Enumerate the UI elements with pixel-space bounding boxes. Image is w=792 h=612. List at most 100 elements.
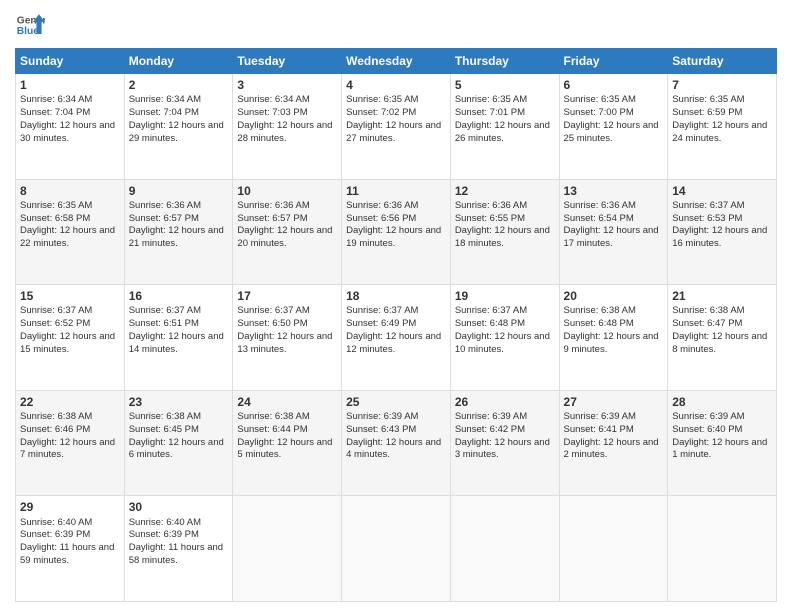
day-number: 4 xyxy=(346,77,446,93)
calendar-cell xyxy=(233,496,342,602)
sunset-label: Sunset: 6:53 PM xyxy=(672,213,742,224)
sunset-label: Sunset: 6:48 PM xyxy=(564,318,634,329)
daylight-label: Daylight: 12 hours and 5 minutes. xyxy=(237,437,332,461)
daylight-label: Daylight: 12 hours and 12 minutes. xyxy=(346,331,441,355)
sunrise-label: Sunrise: 6:37 AM xyxy=(20,305,92,316)
sunset-label: Sunset: 6:51 PM xyxy=(129,318,199,329)
day-number: 30 xyxy=(129,499,229,515)
sunrise-label: Sunrise: 6:38 AM xyxy=(564,305,636,316)
sunset-label: Sunset: 6:57 PM xyxy=(237,213,307,224)
sunrise-label: Sunrise: 6:35 AM xyxy=(455,94,527,105)
sunrise-label: Sunrise: 6:37 AM xyxy=(346,305,418,316)
daylight-label: Daylight: 11 hours and 59 minutes. xyxy=(20,542,114,566)
day-number: 25 xyxy=(346,394,446,410)
day-number: 8 xyxy=(20,183,120,199)
sunrise-label: Sunrise: 6:35 AM xyxy=(346,94,418,105)
calendar-cell xyxy=(342,496,451,602)
day-number: 3 xyxy=(237,77,337,93)
calendar-cell: 25 Sunrise: 6:39 AM Sunset: 6:43 PM Dayl… xyxy=(342,390,451,496)
sunrise-label: Sunrise: 6:39 AM xyxy=(564,411,636,422)
calendar-cell: 12 Sunrise: 6:36 AM Sunset: 6:55 PM Dayl… xyxy=(450,179,559,285)
sunrise-label: Sunrise: 6:39 AM xyxy=(672,411,744,422)
calendar-cell: 3 Sunrise: 6:34 AM Sunset: 7:03 PM Dayli… xyxy=(233,74,342,180)
sunset-label: Sunset: 6:46 PM xyxy=(20,424,90,435)
calendar-cell: 10 Sunrise: 6:36 AM Sunset: 6:57 PM Dayl… xyxy=(233,179,342,285)
day-number: 10 xyxy=(237,183,337,199)
daylight-label: Daylight: 12 hours and 29 minutes. xyxy=(129,120,224,144)
daylight-label: Daylight: 11 hours and 58 minutes. xyxy=(129,542,223,566)
calendar-body: 1 Sunrise: 6:34 AM Sunset: 7:04 PM Dayli… xyxy=(16,74,777,602)
sunset-label: Sunset: 6:47 PM xyxy=(672,318,742,329)
sunset-label: Sunset: 7:01 PM xyxy=(455,107,525,118)
sunset-label: Sunset: 6:39 PM xyxy=(129,529,199,540)
day-of-week-header: Tuesday xyxy=(233,49,342,74)
sunset-label: Sunset: 6:59 PM xyxy=(672,107,742,118)
sunset-label: Sunset: 6:58 PM xyxy=(20,213,90,224)
day-number: 19 xyxy=(455,288,555,304)
sunrise-label: Sunrise: 6:37 AM xyxy=(672,200,744,211)
daylight-label: Daylight: 12 hours and 13 minutes. xyxy=(237,331,332,355)
sunset-label: Sunset: 6:56 PM xyxy=(346,213,416,224)
sunrise-label: Sunrise: 6:35 AM xyxy=(672,94,744,105)
day-number: 17 xyxy=(237,288,337,304)
calendar-header-row: SundayMondayTuesdayWednesdayThursdayFrid… xyxy=(16,49,777,74)
calendar-cell: 2 Sunrise: 6:34 AM Sunset: 7:04 PM Dayli… xyxy=(124,74,233,180)
daylight-label: Daylight: 12 hours and 30 minutes. xyxy=(20,120,115,144)
daylight-label: Daylight: 12 hours and 2 minutes. xyxy=(564,437,659,461)
calendar-cell: 21 Sunrise: 6:38 AM Sunset: 6:47 PM Dayl… xyxy=(668,285,777,391)
sunrise-label: Sunrise: 6:38 AM xyxy=(237,411,309,422)
calendar-cell: 14 Sunrise: 6:37 AM Sunset: 6:53 PM Dayl… xyxy=(668,179,777,285)
calendar-cell: 16 Sunrise: 6:37 AM Sunset: 6:51 PM Dayl… xyxy=(124,285,233,391)
sunrise-label: Sunrise: 6:36 AM xyxy=(346,200,418,211)
daylight-label: Daylight: 12 hours and 19 minutes. xyxy=(346,225,441,249)
sunset-label: Sunset: 6:40 PM xyxy=(672,424,742,435)
daylight-label: Daylight: 12 hours and 6 minutes. xyxy=(129,437,224,461)
logo-icon: General Blue xyxy=(15,10,45,40)
day-of-week-header: Wednesday xyxy=(342,49,451,74)
calendar-cell: 15 Sunrise: 6:37 AM Sunset: 6:52 PM Dayl… xyxy=(16,285,125,391)
calendar-cell: 30 Sunrise: 6:40 AM Sunset: 6:39 PM Dayl… xyxy=(124,496,233,602)
day-number: 15 xyxy=(20,288,120,304)
day-of-week-header: Thursday xyxy=(450,49,559,74)
day-number: 13 xyxy=(564,183,664,199)
daylight-label: Daylight: 12 hours and 27 minutes. xyxy=(346,120,441,144)
day-number: 27 xyxy=(564,394,664,410)
sunrise-label: Sunrise: 6:39 AM xyxy=(346,411,418,422)
calendar-cell: 13 Sunrise: 6:36 AM Sunset: 6:54 PM Dayl… xyxy=(559,179,668,285)
daylight-label: Daylight: 12 hours and 7 minutes. xyxy=(20,437,115,461)
calendar-cell: 8 Sunrise: 6:35 AM Sunset: 6:58 PM Dayli… xyxy=(16,179,125,285)
calendar-cell: 24 Sunrise: 6:38 AM Sunset: 6:44 PM Dayl… xyxy=(233,390,342,496)
calendar-cell: 7 Sunrise: 6:35 AM Sunset: 6:59 PM Dayli… xyxy=(668,74,777,180)
day-number: 28 xyxy=(672,394,772,410)
sunrise-label: Sunrise: 6:34 AM xyxy=(20,94,92,105)
calendar-cell: 6 Sunrise: 6:35 AM Sunset: 7:00 PM Dayli… xyxy=(559,74,668,180)
sunrise-label: Sunrise: 6:36 AM xyxy=(237,200,309,211)
calendar-cell xyxy=(559,496,668,602)
svg-text:Blue: Blue xyxy=(17,26,40,37)
daylight-label: Daylight: 12 hours and 24 minutes. xyxy=(672,120,767,144)
calendar-cell: 20 Sunrise: 6:38 AM Sunset: 6:48 PM Dayl… xyxy=(559,285,668,391)
calendar-cell: 1 Sunrise: 6:34 AM Sunset: 7:04 PM Dayli… xyxy=(16,74,125,180)
day-of-week-header: Friday xyxy=(559,49,668,74)
calendar-cell: 28 Sunrise: 6:39 AM Sunset: 6:40 PM Dayl… xyxy=(668,390,777,496)
daylight-label: Daylight: 12 hours and 18 minutes. xyxy=(455,225,550,249)
sunrise-label: Sunrise: 6:36 AM xyxy=(129,200,201,211)
sunset-label: Sunset: 7:04 PM xyxy=(20,107,90,118)
daylight-label: Daylight: 12 hours and 8 minutes. xyxy=(672,331,767,355)
day-number: 29 xyxy=(20,499,120,515)
sunset-label: Sunset: 6:49 PM xyxy=(346,318,416,329)
sunset-label: Sunset: 7:04 PM xyxy=(129,107,199,118)
sunrise-label: Sunrise: 6:38 AM xyxy=(20,411,92,422)
calendar-cell: 9 Sunrise: 6:36 AM Sunset: 6:57 PM Dayli… xyxy=(124,179,233,285)
sunset-label: Sunset: 6:45 PM xyxy=(129,424,199,435)
day-number: 14 xyxy=(672,183,772,199)
sunset-label: Sunset: 6:39 PM xyxy=(20,529,90,540)
day-number: 18 xyxy=(346,288,446,304)
calendar-cell: 19 Sunrise: 6:37 AM Sunset: 6:48 PM Dayl… xyxy=(450,285,559,391)
daylight-label: Daylight: 12 hours and 25 minutes. xyxy=(564,120,659,144)
day-number: 23 xyxy=(129,394,229,410)
sunrise-label: Sunrise: 6:34 AM xyxy=(129,94,201,105)
sunset-label: Sunset: 7:03 PM xyxy=(237,107,307,118)
sunrise-label: Sunrise: 6:35 AM xyxy=(20,200,92,211)
logo: General Blue xyxy=(15,10,45,40)
